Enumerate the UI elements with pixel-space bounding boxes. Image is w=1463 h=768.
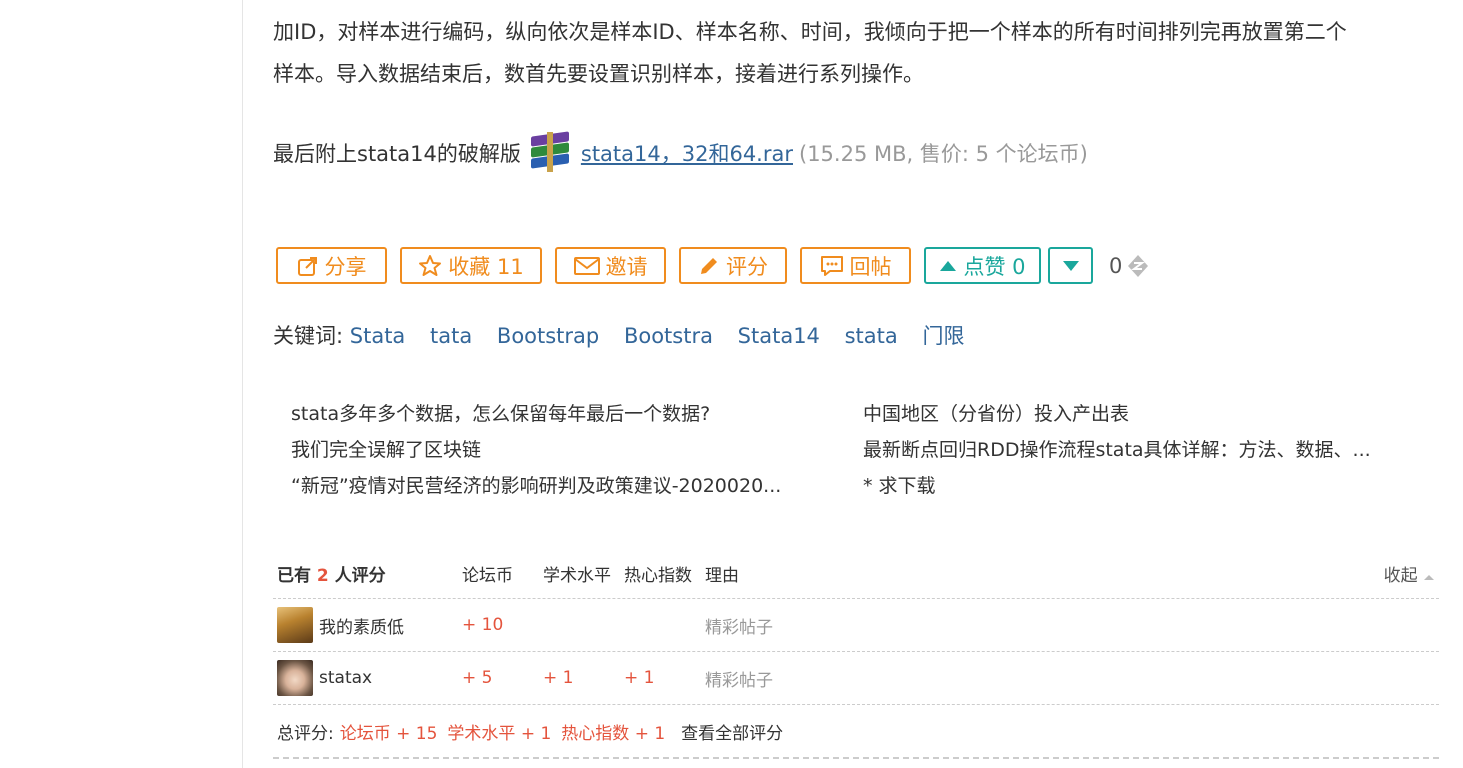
related-post-link[interactable]: 我们完全误解了区块链	[291, 436, 781, 472]
view-all-ratings-link[interactable]: 查看全部评分	[681, 719, 783, 744]
rating-table: 已有 2 人评分 论坛币 学术水平 热心指数 理由 收起 我的素质低 + 10 …	[273, 548, 1439, 759]
star-icon	[419, 254, 442, 276]
col-enthusiasm-header: 热心指数	[624, 565, 692, 586]
rating-coin: + 5	[462, 668, 493, 688]
article-text-line-2: 样本。导入数据结束后，数首先要设置识别样本，接着进行系列操作。	[273, 62, 924, 86]
like-label: 点赞 0	[963, 254, 1026, 279]
post-action-bar: 分享 收藏 11 邀请 评分 回帖 点赞 0 0	[276, 247, 1150, 284]
total-coin: 论坛币 + 15	[339, 723, 438, 744]
related-post-link[interactable]: * 求下载	[863, 472, 1371, 508]
triangle-down-icon	[1062, 260, 1079, 271]
keyword-link[interactable]: Bootstra	[624, 324, 713, 348]
rating-count: 2	[316, 565, 329, 586]
total-enthusiasm: 热心指数 + 1	[561, 723, 666, 744]
total-academic: 学术水平 + 1	[447, 723, 552, 744]
rating-reason: 精彩帖子	[705, 670, 773, 691]
rating-row: 我的素质低 + 10 精彩帖子	[273, 599, 1439, 652]
col-coin-header: 论坛币	[462, 565, 513, 586]
coin-count-value: 0	[1109, 253, 1123, 278]
attachment-meta: (15.25 MB, 售价: 5 个论坛币)	[799, 142, 1088, 166]
triangle-up-icon	[940, 260, 957, 271]
comment-icon	[820, 255, 843, 276]
collapse-label: 收起	[1383, 565, 1418, 586]
mail-icon	[573, 256, 600, 275]
col-academic-header: 学术水平	[543, 565, 611, 586]
share-label: 分享	[324, 254, 367, 279]
attachment-line: 最后附上stata14的破解版 stata14，32和64.rar (15.25…	[273, 130, 1088, 176]
keyword-link[interactable]: stata	[845, 324, 898, 348]
keyword-link[interactable]: Stata	[350, 324, 406, 348]
rating-reason: 精彩帖子	[705, 617, 773, 638]
total-label: 总评分:	[277, 723, 334, 744]
share-icon	[297, 256, 317, 276]
rating-total: 总评分: 论坛币 + 15 学术水平 + 1 热心指数 + 1 查看全部评分	[273, 705, 1439, 759]
rate-button[interactable]: 评分	[679, 247, 787, 284]
dislike-button[interactable]	[1048, 247, 1093, 284]
avatar[interactable]	[277, 607, 313, 643]
rating-summary: 已有 2 人评分	[277, 561, 386, 586]
caret-up-icon	[1424, 574, 1434, 580]
invite-button[interactable]: 邀请	[555, 247, 666, 284]
rating-summary-suffix: 人评分	[334, 565, 386, 586]
share-button[interactable]: 分享	[276, 247, 387, 284]
related-post-link[interactable]: “新冠”疫情对民营经济的影响研判及政策建议-2020020...	[291, 472, 781, 508]
keyword-link[interactable]: Stata14	[738, 324, 820, 348]
reply-label: 回帖	[849, 254, 892, 279]
rating-academic: + 1	[543, 668, 574, 688]
like-button[interactable]: 点赞 0	[924, 247, 1041, 284]
related-post-link[interactable]: 中国地区（分省份）投入产出表	[863, 400, 1371, 436]
invite-label: 邀请	[605, 254, 648, 279]
attachment-link[interactable]: stata14，32和64.rar	[581, 138, 793, 168]
related-post-link[interactable]: 最新断点回归RDD操作流程stata具体详解：方法、数据、...	[863, 436, 1371, 472]
rate-label: 评分	[726, 254, 768, 279]
keyword-link[interactable]: Bootstrap	[497, 324, 599, 348]
favorite-label: 收藏 11	[448, 254, 524, 279]
keywords-label: 关键词:	[273, 324, 344, 348]
rar-archive-icon	[527, 130, 573, 176]
keyword-link[interactable]: tata	[430, 324, 472, 348]
rating-header: 已有 2 人评分 论坛币 学术水平 热心指数 理由 收起	[273, 548, 1439, 599]
rater-name[interactable]: 我的素质低	[319, 613, 404, 638]
coin-diamond-icon	[1128, 254, 1149, 277]
coin-count: 0	[1109, 253, 1150, 279]
article-text-line-1: 加ID，对样本进行编码，纵向依次是样本ID、样本名称、时间，我倾向于把一个样本的…	[273, 20, 1347, 44]
col-reason-header: 理由	[705, 565, 739, 586]
reply-button[interactable]: 回帖	[800, 247, 911, 284]
pencil-icon	[701, 257, 717, 274]
rater-name[interactable]: statax	[319, 668, 372, 688]
related-posts-left: stata多年多个数据，怎么保留每年最后一个数据? 我们完全误解了区块链 “新冠…	[291, 400, 781, 508]
rating-row: statax + 5 + 1 + 1 精彩帖子	[273, 652, 1439, 705]
rating-enthusiasm: + 1	[624, 668, 655, 688]
related-post-link[interactable]: stata多年多个数据，怎么保留每年最后一个数据?	[291, 400, 781, 436]
related-posts-right: 中国地区（分省份）投入产出表 最新断点回归RDD操作流程stata具体详解：方法…	[863, 400, 1371, 508]
collapse-toggle[interactable]: 收起	[1384, 561, 1435, 586]
left-sidebar-column	[0, 0, 243, 768]
favorite-button[interactable]: 收藏 11	[400, 247, 542, 284]
avatar[interactable]	[277, 660, 313, 696]
rating-coin: + 10	[462, 615, 504, 635]
keywords-row: 关键词: Stata tata Bootstrap Bootstra Stata…	[273, 320, 982, 350]
keyword-link[interactable]: 门限	[922, 324, 964, 348]
attachment-prefix: 最后附上stata14的破解版	[273, 142, 521, 166]
rater[interactable]: 我的素质低	[277, 607, 404, 643]
rater[interactable]: statax	[277, 660, 372, 696]
rating-summary-prefix: 已有	[277, 565, 311, 586]
